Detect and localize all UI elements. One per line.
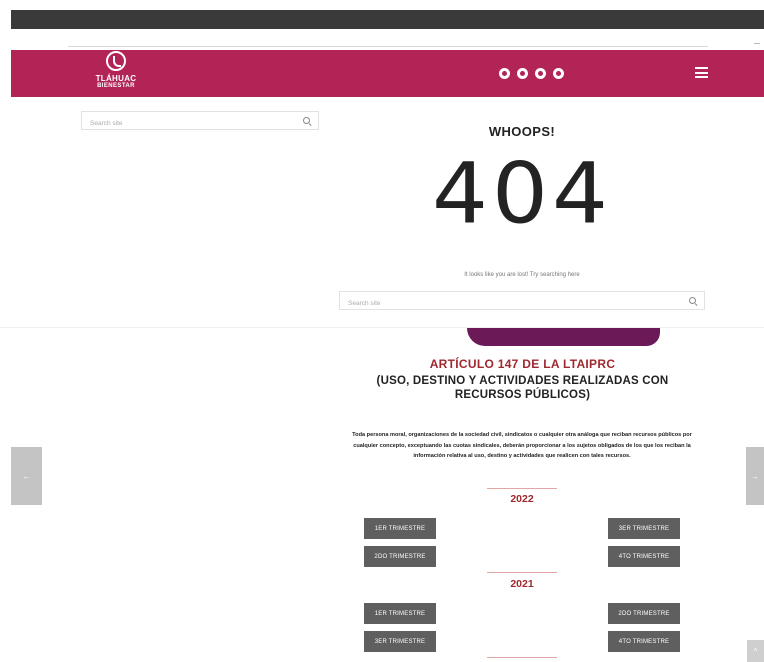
year-divider — [487, 488, 557, 489]
error-code: 404 — [432, 144, 612, 243]
twitter-icon[interactable] — [517, 68, 528, 79]
main-search-input[interactable] — [340, 295, 704, 312]
year-heading: 2021 — [510, 578, 534, 590]
divider-line — [68, 46, 708, 47]
youtube-icon[interactable] — [553, 68, 564, 79]
arrow-left-icon: ← — [22, 471, 31, 481]
decorative-banner — [467, 328, 660, 346]
trimestre-button[interactable]: 4TO TRIMESTRE — [608, 631, 680, 652]
error-heading: WHOOPS! — [488, 124, 556, 139]
social-links — [499, 68, 564, 79]
trimestre-button[interactable]: 4TO TRIMESTRE — [608, 546, 680, 567]
trimestre-button[interactable]: 3ER TRIMESTRE — [608, 518, 680, 539]
chevron-up-icon: ^ — [753, 646, 758, 656]
sidebar-search — [81, 111, 319, 132]
facebook-icon[interactable] — [499, 68, 510, 79]
year-heading: 2022 — [510, 493, 534, 505]
site-logo[interactable]: TLÁHUAC BIENESTAR — [91, 51, 141, 96]
next-arrow-button[interactable]: → — [746, 447, 764, 505]
trimestre-button[interactable]: 3ER TRIMESTRE — [364, 631, 436, 652]
article-title: ARTÍCULO 147 DE LA LTAIPRC — [429, 357, 616, 371]
trimestre-button[interactable]: 1ER TRIMESTRE — [364, 603, 436, 624]
instagram-icon[interactable] — [535, 68, 546, 79]
year-divider — [487, 657, 557, 658]
article-body: Toda persona moral, organizaciones de la… — [352, 432, 692, 459]
main-search — [339, 291, 705, 312]
arrow-right-icon: → — [751, 471, 759, 481]
search-icon[interactable] — [689, 296, 696, 304]
trimestre-button[interactable]: 2DO TRIMESTRE — [608, 603, 680, 624]
logo-subtitle: BIENESTAR — [97, 83, 135, 89]
prev-arrow-button[interactable]: ← — [11, 447, 42, 505]
logo-name: TLÁHUAC — [95, 74, 137, 83]
site-header: TLÁHUAC BIENESTAR — [11, 50, 764, 97]
article-subtitle: (USO, DESTINO Y ACTIVIDADES REALIZADAS C… — [376, 375, 669, 401]
top-bar — [11, 10, 764, 29]
year-divider — [487, 572, 557, 573]
menu-icon[interactable] — [695, 67, 708, 78]
logo-emblem-icon — [106, 51, 126, 71]
scroll-top-button[interactable]: ^ — [747, 640, 764, 662]
divider-line — [754, 43, 760, 44]
search-icon[interactable] — [303, 116, 310, 124]
trimestre-button[interactable]: 1ER TRIMESTRE — [364, 518, 436, 539]
error-message: It looks like you are lost! Try searchin… — [464, 272, 580, 278]
sidebar-search-input[interactable] — [82, 115, 318, 132]
trimestre-button[interactable]: 2DO TRIMESTRE — [364, 546, 436, 567]
